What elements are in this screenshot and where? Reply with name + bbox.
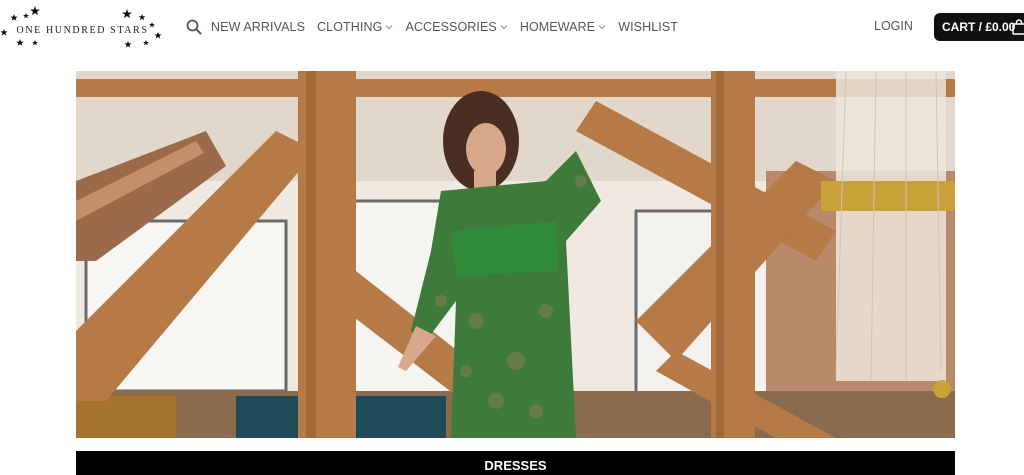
cart-button[interactable]: CART / £0.00	[934, 13, 1024, 41]
login-link[interactable]: LOGIN	[874, 19, 913, 33]
main-nav: NEW ARRIVALS CLOTHING ACCESSORIES HOMEWA…	[211, 0, 690, 54]
site-header: ONE HUNDRED STARS NEW ARRIVALS CLOTHING …	[0, 0, 1024, 54]
cart-label: CART / £0.00	[942, 20, 1016, 34]
nav-item-label: WISHLIST	[618, 20, 679, 34]
nav-item-label: NEW ARRIVALS	[211, 20, 306, 34]
chevron-down-icon	[500, 25, 508, 30]
nav-item-new-arrivals[interactable]: NEW ARRIVALS	[211, 20, 305, 34]
chevron-down-icon	[386, 25, 393, 30]
chevron-down-icon	[598, 25, 606, 30]
shopping-bag-icon	[1012, 19, 1024, 35]
banner-label: DRESSES	[484, 458, 547, 473]
nav-item-homeware[interactable]: HOMEWARE	[520, 20, 606, 34]
search-icon[interactable]	[186, 19, 202, 35]
dresses-banner-button[interactable]: DRESSES	[76, 451, 955, 475]
brand-name: ONE HUNDRED STARS	[16, 25, 149, 36]
nav-item-accessories[interactable]: ACCESSORIES	[405, 20, 508, 34]
nav-item-label: HOMEWARE	[519, 20, 596, 34]
nav-item-label: ACCESSORIES	[405, 20, 497, 34]
nav-item-clothing[interactable]: CLOTHING	[317, 20, 393, 34]
hero-photo[interactable]	[76, 71, 955, 438]
nav-item-label: CLOTHING	[317, 20, 383, 34]
brand-logo[interactable]: ONE HUNDRED STARS	[0, 4, 165, 50]
hero-image	[76, 71, 955, 438]
nav-item-wishlist[interactable]: WISHLIST	[618, 20, 678, 34]
